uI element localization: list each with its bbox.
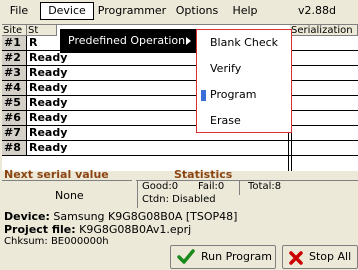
stat-fail: Fail:0	[198, 181, 225, 192]
run-program-label: Run Program	[201, 250, 273, 263]
submenu-arrow-icon	[186, 37, 191, 45]
menu-item-blank-check[interactable]: Blank Check	[210, 36, 278, 49]
menu-bar: File Device Programmer Options Help v2.8…	[0, 0, 358, 22]
project-value: K9G8G08B0Av1.eprj	[79, 223, 192, 236]
panel-divider	[137, 180, 138, 208]
menu-options[interactable]: Options	[172, 3, 222, 19]
column-header-status[interactable]: St	[27, 25, 57, 36]
table-row[interactable]: #7 Ready	[2, 126, 358, 141]
version-label: v2.88d	[298, 4, 336, 17]
next-serial-value: None	[55, 189, 84, 202]
stop-all-label: Stop All	[309, 250, 352, 263]
device-info: Device: Samsung K9G8G08B0A [TSOP48]	[4, 210, 237, 223]
site-cell: #6	[2, 111, 27, 125]
device-value: Samsung K9G8G08B0A [TSOP48]	[53, 210, 238, 223]
status-cell: R	[29, 36, 38, 49]
site-cell: #1	[2, 36, 27, 50]
menu-item-predefined-operation[interactable]: Predefined Operation	[68, 29, 185, 53]
status-cell: Ready	[29, 126, 68, 139]
stop-x-icon	[289, 251, 303, 265]
menu-item-erase[interactable]: Erase	[210, 114, 241, 127]
panel-divider	[2, 180, 132, 181]
site-cell: #5	[2, 96, 27, 110]
table-row[interactable]: #3 Ready	[2, 66, 358, 81]
stop-all-button[interactable]: Stop All	[282, 245, 358, 269]
status-cell: Ready	[29, 111, 68, 124]
run-program-button[interactable]: Run Program	[170, 245, 276, 269]
table-row[interactable]: #5 Ready	[2, 96, 358, 111]
site-cell: #7	[2, 126, 27, 140]
stat-countdown: Ctdn: Disabled	[142, 194, 216, 205]
site-cell: #3	[2, 66, 27, 80]
device-menu-dropdown: Predefined Operation	[60, 29, 197, 53]
stat-total: Total:8	[248, 181, 282, 192]
column-header-serialization[interactable]: Serialization	[290, 25, 358, 36]
site-cell: #8	[2, 141, 27, 155]
selection-marker-icon	[201, 90, 206, 101]
stat-good: Good:0	[142, 181, 179, 192]
menu-programmer[interactable]: Programmer	[96, 3, 168, 19]
panel-divider	[239, 180, 240, 195]
table-row[interactable]: #4 Ready	[2, 81, 358, 96]
status-cell: Ready	[29, 66, 68, 79]
menu-file[interactable]: File	[4, 3, 34, 19]
menu-item-program[interactable]: Program	[210, 88, 256, 101]
status-cell: Ready	[29, 51, 68, 64]
status-cell: Ready	[29, 81, 68, 94]
table-row[interactable]: #6 Ready	[2, 111, 358, 126]
table-row[interactable]: #8 Ready	[2, 141, 358, 156]
checksum-label: Chksum: BE000000h	[4, 236, 109, 247]
predefined-operation-submenu: Blank Check Verify Program Erase	[196, 29, 292, 133]
table-row[interactable]: #2 Ready	[2, 51, 358, 66]
status-cell: Ready	[29, 96, 68, 109]
checkmark-icon	[177, 249, 195, 264]
device-label: Device:	[4, 210, 50, 223]
project-label: Project file:	[4, 223, 76, 236]
menu-device[interactable]: Device	[40, 2, 94, 20]
status-cell: Ready	[29, 141, 68, 154]
column-header-site[interactable]: Site	[2, 25, 27, 36]
site-cell: #2	[2, 51, 27, 65]
project-info: Project file: K9G8G08B0Av1.eprj	[4, 223, 191, 236]
menu-help[interactable]: Help	[228, 3, 262, 19]
menu-item-verify[interactable]: Verify	[210, 62, 241, 75]
site-cell: #4	[2, 81, 27, 95]
